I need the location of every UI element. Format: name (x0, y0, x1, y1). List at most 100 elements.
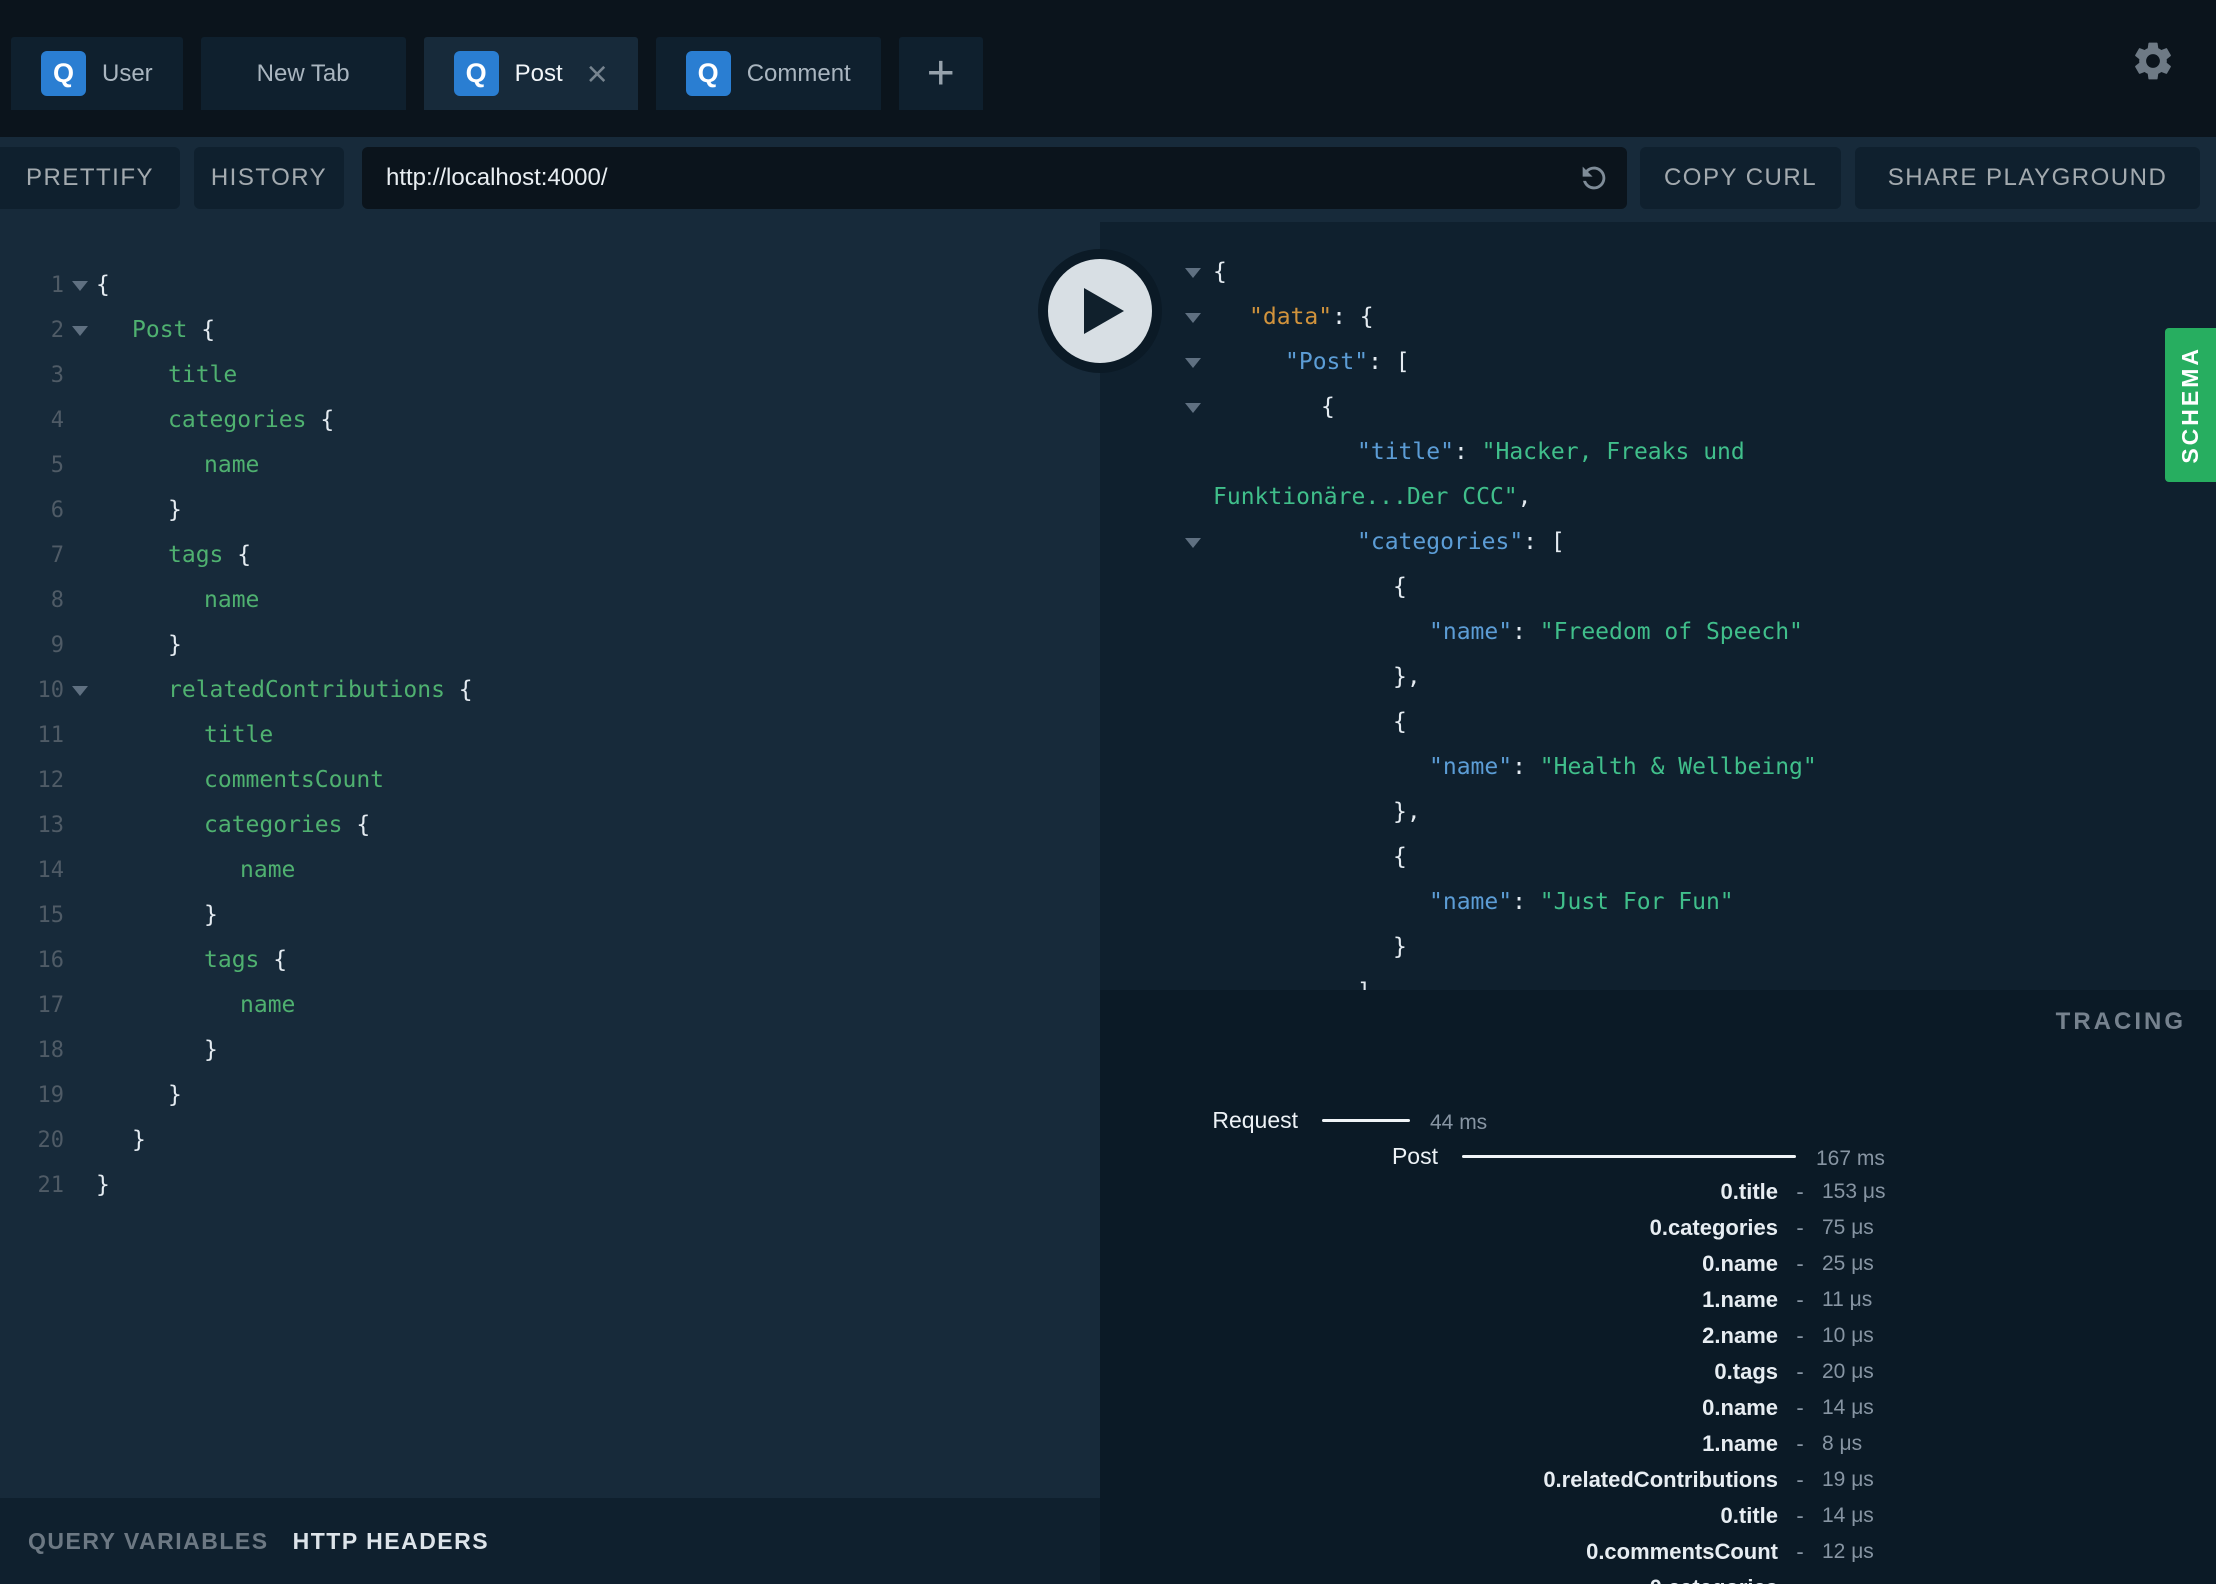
execute-query-button[interactable] (1038, 249, 1162, 373)
response-line: }, (1100, 655, 2216, 700)
schema-tab[interactable]: SCHEMA (2165, 328, 2216, 482)
code-text: categories { (96, 398, 334, 443)
line-number: 4 (50, 408, 64, 433)
resolver-path: 0.commentsCount (1586, 1539, 1778, 1564)
token: "name" (1429, 619, 1513, 645)
resolver-time: 10 μs (1822, 1324, 1874, 1347)
token: "Freedom of Speech" (1539, 619, 1803, 645)
history-button[interactable]: HISTORY (194, 147, 344, 209)
fold-arrow-icon[interactable] (1100, 520, 1213, 565)
dash: - (1796, 1179, 1804, 1204)
code-text: } (96, 893, 218, 938)
response-line: { (1100, 565, 2216, 610)
token: } (96, 1172, 110, 1198)
fold-gutter (1100, 745, 1213, 790)
tracing-row: 0.categories -75 μs (1100, 1210, 2216, 1246)
code-text: { (1213, 565, 1407, 610)
code-text: { (1213, 835, 1407, 880)
query-line: 5 name (0, 443, 1100, 488)
fold-gutter (1100, 430, 1213, 475)
query-line: 15} (0, 893, 1100, 938)
token: "Hacker, Freaks und (1481, 439, 1745, 465)
tracing-row: 1.name -11 μs (1100, 1282, 2216, 1318)
token: "Post" (1285, 349, 1369, 375)
close-tab-icon[interactable]: × (587, 55, 608, 92)
response-line: } (1100, 925, 2216, 970)
token: : [ (1523, 529, 1565, 555)
token: } (132, 1127, 146, 1153)
graphql-playground-window: Q User New Tab Q Post × Q Comment + PRETTIFY HI… (0, 0, 2216, 1584)
share-playground-button[interactable]: SHARE PLAYGROUND (1855, 147, 2200, 209)
span-label: Request (1212, 1107, 1298, 1133)
prettify-button[interactable]: PRETTIFY (0, 147, 180, 209)
token: commentsCount (204, 767, 385, 793)
tab-label: New Tab (256, 59, 350, 87)
tab-label: Comment (746, 59, 851, 87)
token: "categories" (1357, 529, 1524, 555)
schema-tab-label: SCHEMA (2177, 346, 2203, 464)
token: tags (204, 947, 260, 973)
line-number: 2 (50, 318, 64, 343)
plus-icon: + (926, 46, 955, 100)
tab-comment[interactable]: Q Comment (655, 37, 881, 110)
fold-arrow-icon[interactable] (64, 308, 96, 353)
query-editor[interactable]: 1{2 Post {3 title 4 categories {5 name 6} 7 tags… (0, 222, 1100, 1584)
fold-gutter (64, 623, 96, 668)
tracing-span-post: Post 167 ms (1100, 1142, 2216, 1170)
endpoint-url-input[interactable] (362, 147, 1542, 209)
span-time: 44 ms (1430, 1111, 1488, 1134)
token: : (1512, 754, 1540, 780)
copy-curl-button[interactable]: COPY CURL (1640, 147, 1841, 209)
resolver-time: 8 μs (1822, 1432, 1863, 1455)
fold-gutter (1100, 475, 1213, 520)
code-text: } (96, 1163, 110, 1208)
query-variables-tab[interactable]: QUERY VARIABLES (28, 1528, 269, 1555)
token: { (187, 317, 216, 343)
fold-arrow-icon[interactable] (64, 668, 96, 713)
response-line: Funktionäre...Der CCC", (1100, 475, 2216, 520)
code-text: name (96, 983, 295, 1028)
query-line: 1{ (0, 263, 1100, 308)
line-number: 7 (50, 543, 64, 568)
code-text: { (1213, 700, 1407, 745)
http-headers-tab[interactable]: HTTP HEADERS (293, 1528, 490, 1555)
code-text: } (96, 488, 182, 533)
resolver-time: 20 μs (1822, 1360, 1874, 1383)
tab-post[interactable]: Q Post × (423, 37, 638, 110)
token: name (240, 992, 296, 1018)
new-tab-button[interactable]: + (898, 37, 983, 110)
resolver-time: 14 μs (1822, 1396, 1874, 1419)
tracing-row: 0.name -14 μs (1100, 1390, 2216, 1426)
dash (1778, 1570, 1822, 1584)
dash: - (1796, 1287, 1804, 1312)
line-number: 9 (50, 633, 64, 658)
fold-arrow-icon[interactable] (1100, 385, 1213, 430)
line-number: 8 (50, 588, 64, 613)
code-text: categories { (96, 803, 370, 848)
code-text: tags { (96, 938, 287, 983)
query-line: 11 title (0, 713, 1100, 758)
code-text: { (1213, 250, 1227, 295)
code-text: "name": "Just For Fun" (1213, 880, 1734, 925)
tracing-row: 0.relatedContributions -19 μs (1100, 1462, 2216, 1498)
fold-arrow-icon[interactable] (64, 263, 96, 308)
token: name (240, 857, 296, 883)
resolver-time: 12 μs (1822, 1540, 1874, 1563)
code-text: "name": "Health & Wellbeing" (1213, 745, 1817, 790)
token: } (204, 1037, 218, 1063)
reload-icon[interactable] (1577, 161, 1611, 195)
query-icon: Q (453, 51, 499, 96)
tab-new-tab[interactable]: New Tab (200, 37, 406, 110)
settings-gear-icon[interactable] (2130, 38, 2176, 84)
tracing-row: 0.commentsCount -12 μs (1100, 1534, 2216, 1570)
tracing-row: 0.name -25 μs (1100, 1246, 2216, 1282)
query-line: 3 title (0, 353, 1100, 398)
tab-user[interactable]: Q User (11, 37, 183, 110)
fold-gutter (64, 758, 96, 803)
query-icon: Q (41, 51, 86, 96)
tracing-row: 2.name -10 μs (1100, 1318, 2216, 1354)
token: name (204, 587, 260, 613)
token: , (1517, 484, 1532, 510)
tracing-row: 0.categories (1100, 1570, 2216, 1584)
query-icon: Q (685, 51, 731, 96)
